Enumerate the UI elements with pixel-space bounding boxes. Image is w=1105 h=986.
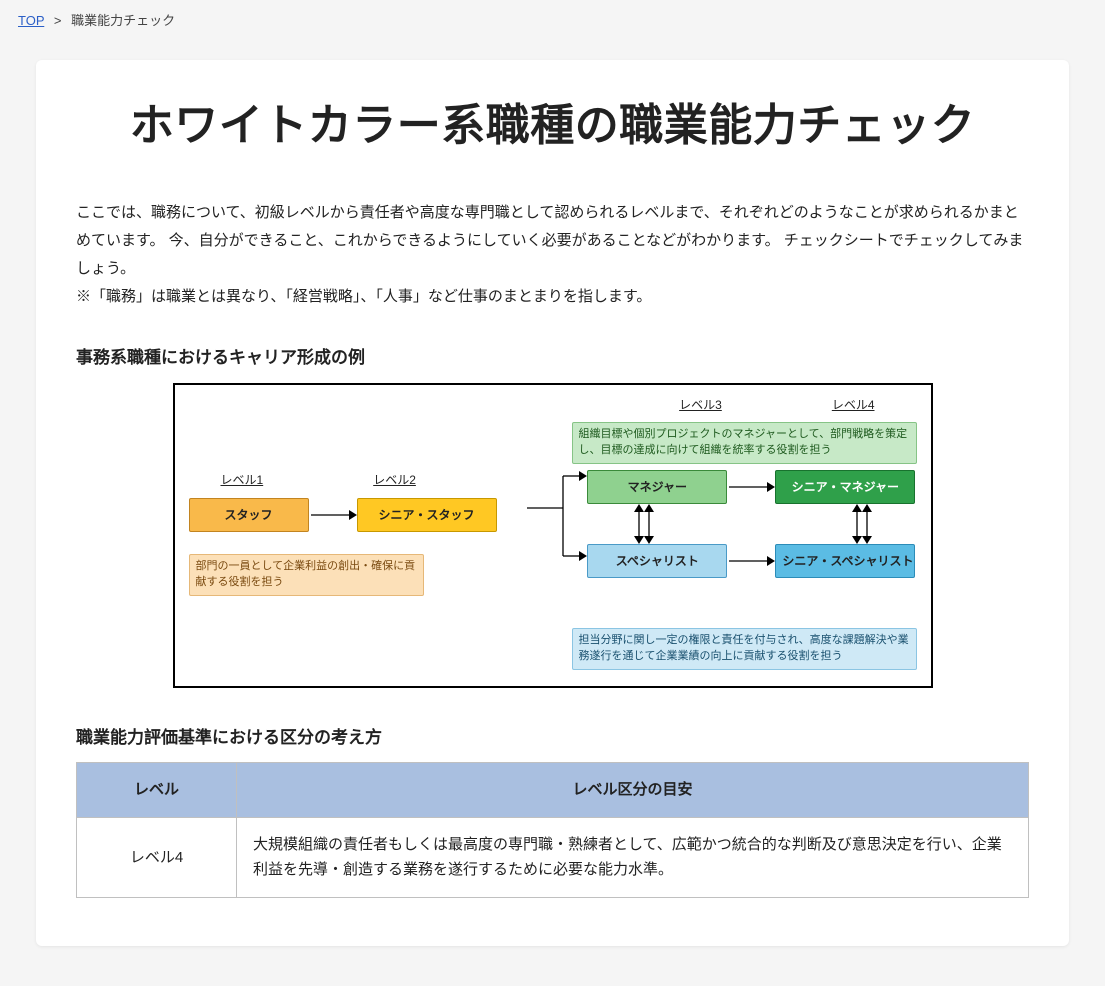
intro-text: ここでは、職務について、初級レベルから責任者や高度な専門職として認められるレベル… (76, 199, 1029, 310)
breadcrumb: TOP > 職業能力チェック (0, 0, 1105, 42)
table-row: レベル4 大規模組織の責任者もしくは最高度の専門職・熟練者として、広範かつ統合的… (77, 817, 1029, 897)
intro-note: ※「職務」は職業とは異なり、「経営戦略」、「人事」など仕事のまとまりを指します。 (76, 283, 1029, 311)
double-arrow-icon (851, 504, 871, 544)
box-specialist: スペシャリスト (587, 544, 727, 578)
box-staff: スタッフ (189, 498, 309, 532)
note-top-green: 組織目標や個別プロジェクトのマネジャーとして、部門戦略を策定し、目標の達成に向け… (572, 422, 917, 464)
breadcrumb-top-link[interactable]: TOP (18, 13, 44, 28)
diagram-right-col: マネジャー シニア・マネジャー (587, 470, 916, 579)
td-desc: 大規模組織の責任者もしくは最高度の専門職・熟練者として、広範かつ統合的な判断及び… (237, 817, 1029, 897)
page-title: ホワイトカラー系職種の職業能力チェック (76, 96, 1029, 155)
level-table: レベル レベル区分の目安 レベル4 大規模組織の責任者もしくは最高度の専門職・熟… (76, 762, 1029, 898)
box-manager: マネジャー (587, 470, 727, 504)
table-heading: 職業能力評価基準における区分の考え方 (76, 724, 1029, 753)
note-left-orange: 部門の一員として企業利益の創出・確保に貢献する役割を担う (189, 554, 424, 596)
career-diagram: レベル3 レベル4 組織目標や個別プロジェクトのマネジャーとして、部門戦略を策定… (173, 383, 933, 687)
split-arrow-icon (527, 498, 587, 618)
arrow-icon (727, 551, 775, 571)
arrow-icon (727, 477, 775, 497)
box-senior-specialist: シニア・スペシャリスト (775, 544, 915, 578)
level3-label: レベル3 (679, 395, 722, 415)
box-senior-staff: シニア・スタッフ (357, 498, 497, 532)
box-senior-manager: シニア・マネジャー (775, 470, 915, 504)
diagram-left-col: レベル1 レベル2 スタッフ シニア・スタッフ 部門の一員として企業利益の創出・… (189, 470, 528, 597)
double-arrow-icon (633, 504, 653, 544)
content-card: ホワイトカラー系職種の職業能力チェック ここでは、職務について、初級レベルから責… (36, 60, 1069, 946)
diagram-heading: 事務系職種におけるキャリア形成の例 (76, 344, 1029, 373)
level4-label: レベル4 (832, 395, 875, 415)
breadcrumb-current: 職業能力チェック (71, 13, 175, 28)
breadcrumb-separator: > (54, 13, 62, 28)
level2-label: レベル2 (373, 470, 416, 490)
intro-paragraph: ここでは、職務について、初級レベルから責任者や高度な専門職として認められるレベル… (76, 199, 1029, 282)
arrow-icon (309, 505, 357, 525)
th-desc: レベル区分の目安 (237, 763, 1029, 818)
diagram-container: レベル3 レベル4 組織目標や個別プロジェクトのマネジャーとして、部門戦略を策定… (76, 383, 1029, 687)
note-bottom-blue: 担当分野に関し一定の権限と責任を付与され、高度な課題解決や業務遂行を通じて企業業… (572, 628, 917, 670)
level1-label: レベル1 (221, 470, 264, 490)
th-level: レベル (77, 763, 237, 818)
td-level: レベル4 (77, 817, 237, 897)
